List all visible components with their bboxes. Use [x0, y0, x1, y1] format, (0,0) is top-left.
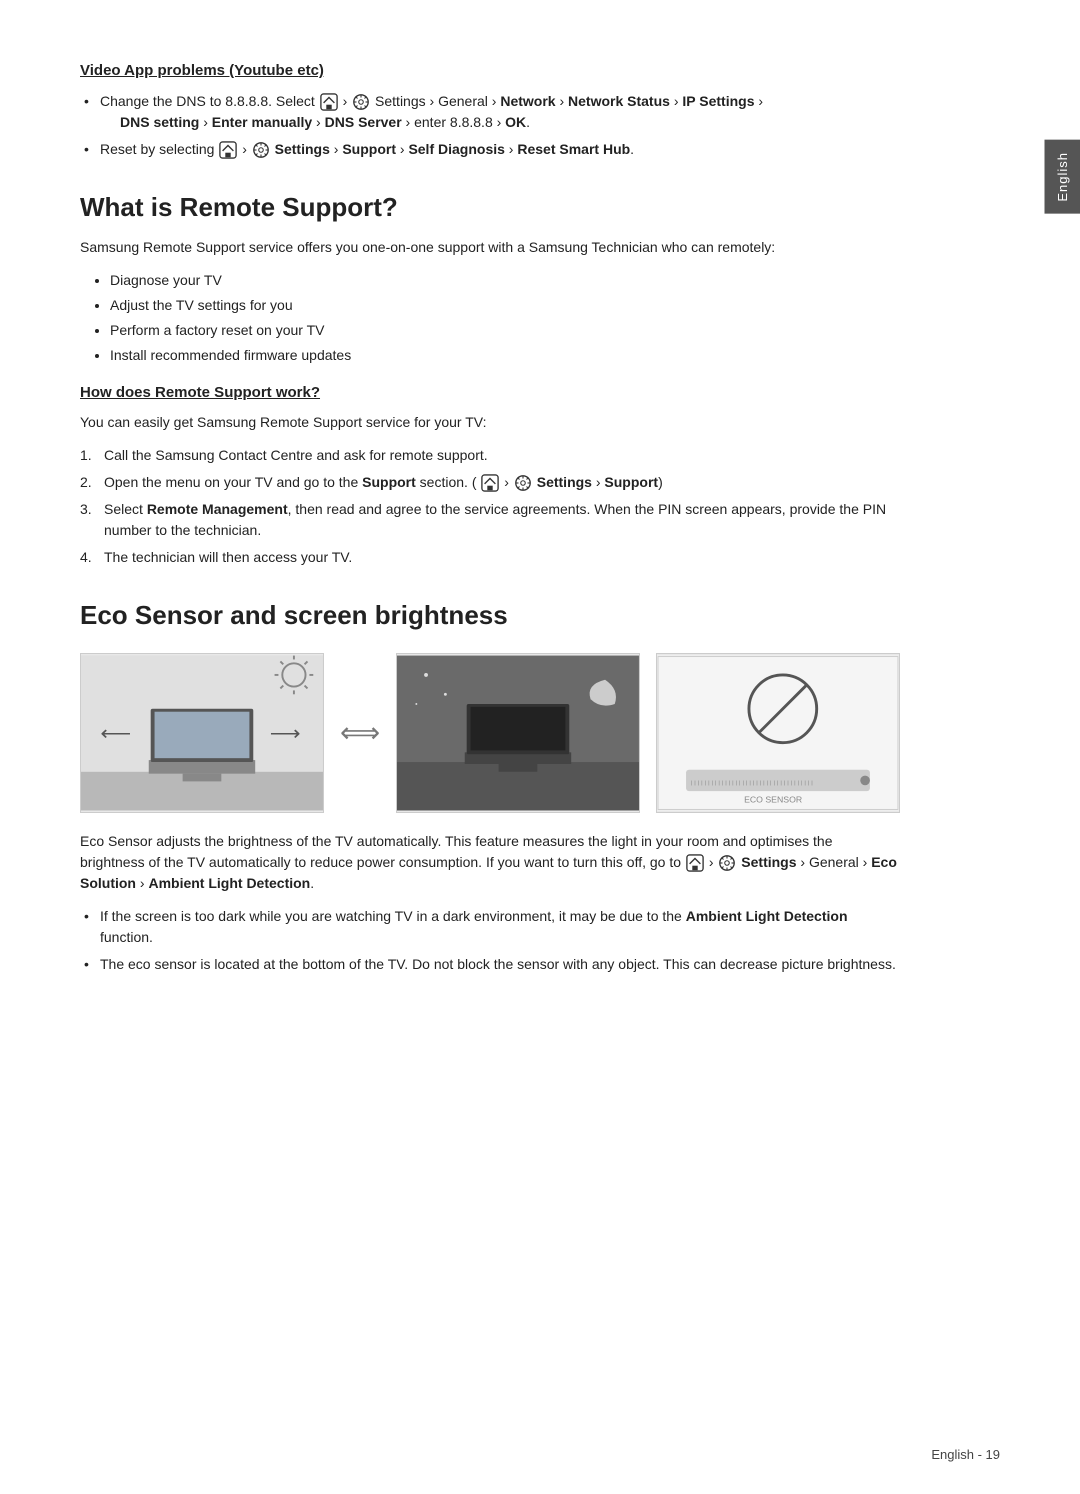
list-item: Diagnose your TV [110, 270, 900, 291]
svg-text:⟶: ⟶ [270, 722, 301, 746]
step-text: Open the menu on your TV and go to the S… [104, 474, 663, 490]
step-text: Call the Samsung Contact Centre and ask … [104, 447, 488, 463]
eco-sensor-heading: Eco Sensor and screen brightness [80, 596, 900, 635]
eco-bullet-2: The eco sensor is located at the bottom … [80, 954, 900, 975]
step-number: 2. [80, 472, 92, 493]
video-bullet-2: Reset by selecting › [80, 139, 900, 160]
bullet2-text: Reset by selecting [100, 141, 218, 157]
eco-images-container: ⟵ ⟶ ⟺ [80, 653, 900, 813]
bullet2-text3: Settings › Support › Self Diagnosis › Re… [275, 141, 634, 157]
bullet1-text1: Change the DNS to 8.8.8.8. Select [100, 93, 319, 109]
how-remote-support-section: How does Remote Support work? You can ea… [80, 382, 900, 569]
page-footer: English - 19 [931, 1445, 1000, 1465]
eco-sensor-section: Eco Sensor and screen brightness [80, 596, 900, 975]
step-text: The technician will then access your TV. [104, 549, 352, 565]
bullet1-text2: › [343, 93, 352, 109]
home-icon [320, 93, 338, 111]
video-bullet-1: Change the DNS to 8.8.8.8. Select › [80, 91, 900, 133]
eco-image-1: ⟵ ⟶ [80, 653, 324, 813]
how-remote-support-heading: How does Remote Support work? [80, 382, 900, 405]
video-app-bullets: Change the DNS to 8.8.8.8. Select › [80, 91, 900, 160]
eco-description: Eco Sensor adjusts the brightness of the… [80, 831, 900, 894]
how-step-2: 2. Open the menu on your TV and go to th… [80, 472, 900, 493]
remote-support-items: Diagnose your TV Adjust the TV settings … [80, 270, 900, 366]
step-number: 3. [80, 499, 92, 520]
home-icon-3 [481, 474, 499, 492]
language-tab: English [1045, 140, 1080, 214]
remote-support-heading: What is Remote Support? [80, 188, 900, 227]
eco-bullets: If the screen is too dark while you are … [80, 906, 900, 975]
step-text: Select Remote Management, then read and … [104, 501, 886, 538]
list-item: Adjust the TV settings for you [110, 295, 900, 316]
svg-text:||||||||||||||||||||||||||||||: |||||||||||||||||||||||||||||||||||| [691, 780, 815, 786]
bullet1-text3: Settings › General › Network › Network S… [375, 93, 763, 109]
settings-icon-4 [718, 854, 736, 872]
list-item: Perform a factory reset on your TV [110, 320, 900, 341]
eco-image-2 [396, 653, 640, 813]
how-steps: 1. Call the Samsung Contact Centre and a… [80, 445, 900, 568]
settings-icon-3 [514, 474, 532, 492]
how-step-4: 4. The technician will then access your … [80, 547, 900, 568]
bullet1-line2: DNS setting › Enter manually › DNS Serve… [100, 114, 530, 130]
settings-icon-2 [252, 141, 270, 159]
arrow-between-images: ⟺ [340, 712, 380, 754]
svg-text:ECO SENSOR: ECO SENSOR [744, 795, 802, 805]
list-item: Install recommended firmware updates [110, 345, 900, 366]
step-number: 1. [80, 445, 92, 466]
how-remote-support-intro: You can easily get Samsung Remote Suppor… [80, 412, 900, 433]
step-number: 4. [80, 547, 92, 568]
how-step-1: 1. Call the Samsung Contact Centre and a… [80, 445, 900, 466]
remote-support-section: What is Remote Support? Samsung Remote S… [80, 188, 900, 366]
eco-image-3: |||||||||||||||||||||||||||||||||||| ECO… [656, 653, 900, 813]
video-app-title: Video App problems (Youtube etc) [80, 60, 900, 83]
eco-bullet-1: If the screen is too dark while you are … [80, 906, 900, 948]
page-number: English - 19 [931, 1447, 1000, 1462]
svg-text:⟵: ⟵ [100, 722, 131, 746]
bullet2-text2: › [242, 141, 251, 157]
step2-text2: › [504, 474, 513, 490]
home-icon-4 [686, 854, 704, 872]
settings-icon-1 [352, 93, 370, 111]
eco-path-text1: › [709, 854, 718, 870]
video-app-section: Video App problems (Youtube etc) Change … [80, 60, 900, 160]
home-icon-2 [219, 141, 237, 159]
remote-support-intro: Samsung Remote Support service offers yo… [80, 237, 900, 258]
how-step-3: 3. Select Remote Management, then read a… [80, 499, 900, 541]
